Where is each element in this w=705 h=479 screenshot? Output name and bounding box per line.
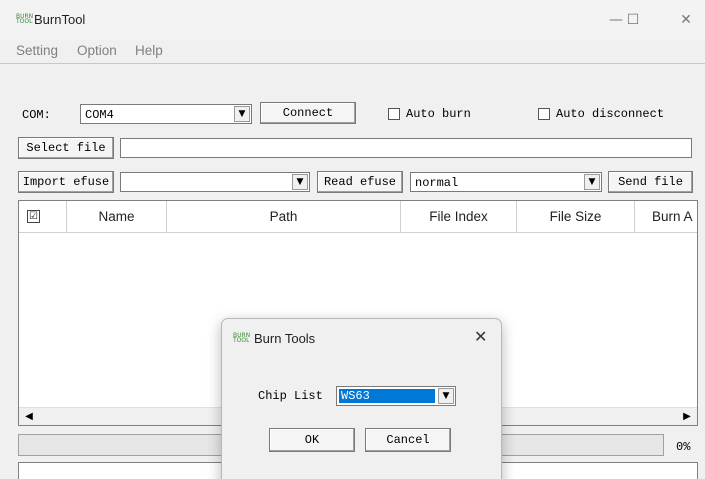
title-bar: BURN TOOL BurnTool — ☐ ✕ (0, 0, 705, 40)
auto-disconnect-label: Auto disconnect (556, 107, 665, 121)
menu-bar: Setting Option Help (0, 40, 705, 64)
import-efuse-button[interactable]: Import efuse (18, 171, 114, 193)
column-path[interactable]: Path (167, 201, 401, 232)
menu-option[interactable]: Option (77, 43, 117, 58)
column-name[interactable]: Name (67, 201, 167, 232)
dialog-title: Burn Tools (254, 331, 316, 346)
close-button[interactable]: ✕ (671, 8, 701, 32)
window-title: BurnTool (34, 12, 86, 27)
burntool-app-icon: BURN TOOL (16, 13, 34, 25)
chip-list-select[interactable]: WS63 ▼ (336, 386, 456, 406)
column-select-all[interactable]: ☑ (19, 201, 67, 232)
auto-burn-checkbox[interactable]: Auto burn (388, 107, 471, 121)
mode-select[interactable]: normal ▼ (410, 172, 602, 192)
auto-burn-label: Auto burn (406, 107, 471, 121)
column-file-index[interactable]: File Index (401, 201, 517, 232)
com-label: COM: (22, 108, 51, 122)
auto-disconnect-checkbox[interactable]: Auto disconnect (538, 107, 664, 121)
column-burn-address[interactable]: Burn A (635, 201, 697, 232)
file-list-header: ☑ Name Path File Index File Size Burn A (19, 201, 697, 233)
select-file-button[interactable]: Select file (18, 137, 114, 159)
dropdown-arrow-icon[interactable]: ▼ (438, 388, 454, 404)
connect-button[interactable]: Connect (260, 102, 356, 124)
dialog-close-icon[interactable]: ✕ (474, 327, 487, 346)
cancel-button[interactable]: Cancel (365, 428, 451, 452)
column-file-size[interactable]: File Size (517, 201, 635, 232)
maximize-button[interactable]: ☐ (618, 8, 648, 32)
efuse-select[interactable]: ▼ (120, 172, 310, 192)
send-file-button[interactable]: Send file (608, 171, 693, 193)
progress-percent: 0% (676, 440, 691, 454)
ok-button[interactable]: OK (269, 428, 355, 452)
dropdown-arrow-icon[interactable]: ▼ (584, 174, 600, 190)
chip-list-label: Chip List (258, 389, 323, 403)
dropdown-arrow-icon[interactable]: ▼ (292, 174, 308, 190)
menu-help[interactable]: Help (135, 43, 163, 58)
burn-tools-dialog: BURN TOOL Burn Tools ✕ Chip List WS63 ▼ O… (221, 318, 502, 479)
auto-disconnect-check-box[interactable] (538, 108, 550, 120)
chip-list-value: WS63 (339, 389, 435, 403)
menu-setting[interactable]: Setting (16, 43, 58, 58)
scroll-right-icon[interactable]: ▶ (679, 409, 695, 425)
file-path-input[interactable] (120, 138, 692, 158)
com-port-select[interactable]: COM4 ▼ (80, 104, 252, 124)
read-efuse-button[interactable]: Read efuse (317, 171, 403, 193)
dropdown-arrow-icon[interactable]: ▼ (234, 106, 250, 122)
com-port-value: COM4 (85, 108, 114, 122)
burntool-app-icon: BURN TOOL (233, 332, 251, 344)
mode-value: normal (415, 176, 459, 190)
auto-burn-check-box[interactable] (388, 108, 400, 120)
checkbox-checked-icon[interactable]: ☑ (27, 210, 40, 223)
scroll-left-icon[interactable]: ◀ (21, 409, 37, 425)
